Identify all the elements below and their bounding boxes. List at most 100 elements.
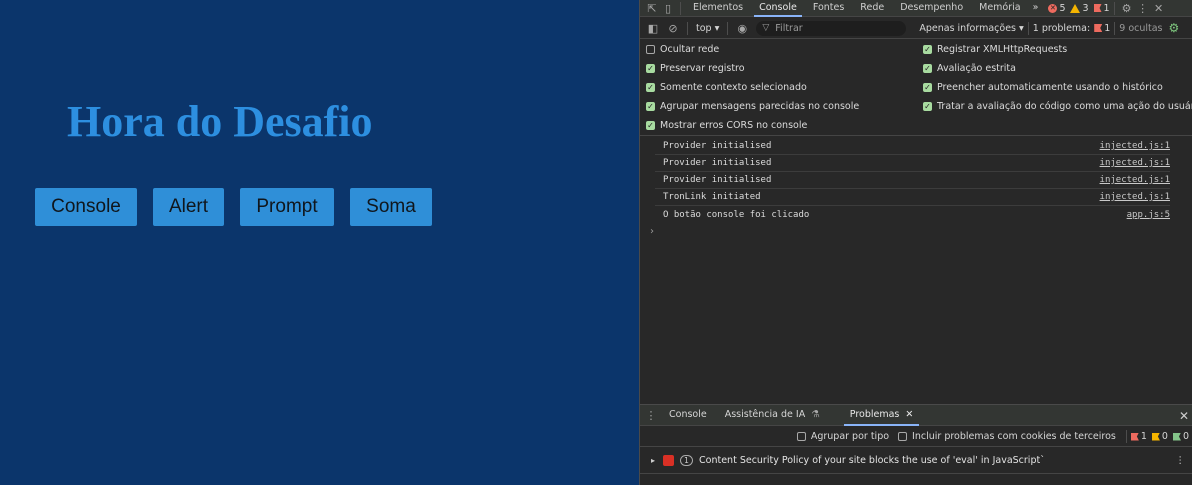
device-toolbar-icon[interactable]: ▯	[660, 2, 676, 15]
page-title: Hora do Desafio	[67, 97, 373, 146]
issue-title: Content Security Policy of your site blo…	[699, 455, 1045, 466]
checkbox-checked[interactable]: ✓	[923, 102, 932, 111]
inspect-element-icon[interactable]: ⇱	[644, 2, 660, 15]
divider	[727, 21, 729, 35]
tab-fontes[interactable]: Fontes	[805, 0, 852, 17]
drawer-menu-icon[interactable]: ⋮	[642, 409, 660, 422]
checkbox-checked[interactable]: ✓	[646, 102, 655, 111]
error-count: 5	[1059, 2, 1066, 14]
checkbox-checked[interactable]: ✓	[923, 45, 932, 54]
setting-label: Registrar XMLHttpRequests	[937, 44, 1068, 55]
context-selector[interactable]: top ▾	[692, 23, 723, 34]
divider	[687, 21, 688, 35]
error-flag-icon	[1130, 432, 1139, 441]
tab-memoria[interactable]: Memória	[971, 0, 1028, 17]
checkbox-unchecked[interactable]	[646, 45, 655, 54]
alert-button[interactable]: Alert	[153, 188, 224, 226]
setting-avaliacao-estrita[interactable]: ✓ Avaliação estrita	[923, 63, 1016, 74]
third-party-cookies-label: Incluir problemas com cookies de terceir…	[912, 431, 1116, 442]
divider	[1114, 21, 1116, 35]
devtools-main-tabs: ⇱ ▯ Elementos Console Fontes Rede Desemp…	[640, 0, 1192, 17]
issues-toolbar: Agrupar por tipo Incluir problemas com c…	[640, 427, 1192, 447]
issues-error-count: 1	[1130, 431, 1147, 442]
count-value: 0	[1182, 431, 1189, 442]
checkbox-checked[interactable]: ✓	[923, 64, 932, 73]
issue-count: 1	[1103, 2, 1110, 14]
log-source-link[interactable]: injected.js:1	[1100, 158, 1170, 168]
close-devtools-icon[interactable]: ✕	[1151, 2, 1167, 15]
issue-menu-icon[interactable]: ⋮	[1176, 455, 1186, 466]
error-issue-icon	[663, 455, 675, 466]
console-button[interactable]: Console	[35, 188, 137, 226]
log-levels-dropdown[interactable]: Apenas informações ▾	[919, 23, 1023, 34]
console-settings-gear-icon[interactable]: ⚙	[1169, 21, 1180, 35]
setting-registrar-xhr[interactable]: ✓ Registrar XMLHttpRequests	[923, 44, 1067, 55]
setting-label: Mostrar erros CORS no console	[660, 120, 808, 131]
setting-mostrar-cors[interactable]: ✓ Mostrar erros CORS no console	[646, 120, 807, 131]
log-source-link[interactable]: injected.js:1	[1100, 175, 1170, 185]
issues-label: 1 problema:	[1032, 22, 1091, 34]
divider	[680, 1, 681, 15]
setting-preservar-registro[interactable]: ✓ Preservar registro	[646, 63, 745, 74]
checkbox-unchecked[interactable]	[898, 432, 908, 441]
checkbox-checked[interactable]: ✓	[923, 83, 932, 92]
log-row: Provider initialised injected.js:1	[655, 172, 1170, 189]
page-viewport: Hora do Desafio Console Alert Prompt Som…	[0, 0, 639, 485]
soma-button[interactable]: Soma	[350, 188, 432, 226]
filter-input[interactable]: ▽ Filtrar	[756, 20, 907, 36]
log-message: Provider initialised	[663, 175, 772, 185]
drawer-tab-label: Problemas	[849, 409, 900, 420]
console-log-area: Provider initialised injected.js:1 Provi…	[640, 138, 1192, 403]
more-tabs-icon[interactable]: »	[1029, 0, 1043, 17]
tab-elementos[interactable]: Elementos	[685, 0, 751, 17]
setting-tratar-avaliacao[interactable]: ✓ Tratar a avaliação do código como uma …	[923, 101, 1192, 112]
drawer-tab-console[interactable]: Console	[660, 404, 716, 426]
log-row: Provider initialised injected.js:1	[655, 155, 1170, 172]
clear-console-icon[interactable]: ⊘	[663, 22, 683, 35]
close-drawer-icon[interactable]: ✕	[1179, 409, 1189, 423]
issue-count-badge[interactable]: 1	[1093, 2, 1110, 14]
setting-agrupar-mensagens[interactable]: ✓ Agrupar mensagens parecidas no console	[646, 101, 859, 112]
settings-gear-icon[interactable]: ⚙	[1119, 2, 1135, 15]
log-row: Provider initialised injected.js:1	[655, 138, 1170, 155]
checkbox-checked[interactable]: ✓	[646, 83, 655, 92]
sidebar-toggle-icon[interactable]: ◧	[643, 22, 663, 35]
error-count-badge[interactable]: ✕ 5	[1048, 3, 1065, 14]
filter-placeholder: Filtrar	[775, 22, 803, 34]
flask-icon: ⚗	[811, 409, 820, 420]
expand-arrow-icon[interactable]: ▸	[651, 456, 655, 465]
issues-counter[interactable]: 1 problema: 1	[1033, 23, 1110, 34]
count-value: 0	[1161, 431, 1168, 442]
divider	[1125, 430, 1127, 443]
setting-ocultar-rede[interactable]: Ocultar rede	[646, 44, 719, 55]
warning-count-badge[interactable]: 3	[1070, 2, 1089, 14]
warning-count: 3	[1082, 2, 1089, 14]
devtools-panel: ⇱ ▯ Elementos Console Fontes Rede Desemp…	[639, 0, 1192, 485]
log-row: TronLink initiated injected.js:1	[655, 189, 1170, 206]
log-source-link[interactable]: app.js:5	[1127, 210, 1170, 220]
console-prompt-caret[interactable]: ›	[650, 226, 654, 237]
checkbox-unchecked[interactable]	[796, 432, 806, 441]
setting-preencher-automaticamente[interactable]: ✓ Preencher automaticamente usando o his…	[923, 82, 1163, 93]
log-source-link[interactable]: injected.js:1	[1100, 141, 1170, 151]
checkbox-checked[interactable]: ✓	[646, 121, 655, 130]
log-row: O botão console foi clicado app.js:5	[655, 206, 1170, 223]
drawer-tab-ai-assistance[interactable]: Assistência de IA ⚗	[716, 404, 829, 426]
drawer-tab-label: Assistência de IA	[724, 409, 806, 420]
prompt-button[interactable]: Prompt	[240, 188, 334, 226]
drawer-tab-problemas[interactable]: Problemas ✕	[841, 404, 923, 426]
group-by-type-label: Agrupar por tipo	[810, 431, 890, 442]
checkbox-checked[interactable]: ✓	[646, 64, 655, 73]
log-source-link[interactable]: injected.js:1	[1100, 192, 1170, 202]
tab-desempenho[interactable]: Desempenho	[892, 0, 971, 17]
tab-rede[interactable]: Rede	[852, 0, 892, 17]
live-expression-eye-icon[interactable]: ◉	[732, 22, 752, 35]
close-tab-icon[interactable]: ✕	[905, 409, 913, 420]
kebab-menu-icon[interactable]: ⋮	[1135, 2, 1151, 15]
tab-console[interactable]: Console	[751, 0, 805, 17]
setting-label: Ocultar rede	[660, 44, 720, 55]
setting-somente-contexto[interactable]: ✓ Somente contexto selecionado	[646, 82, 807, 93]
info-flag-icon	[1172, 432, 1181, 441]
issue-row[interactable]: ▸ 1 Content Security Policy of your site…	[640, 448, 1192, 474]
hidden-messages-count: 9 ocultas	[1119, 22, 1163, 34]
